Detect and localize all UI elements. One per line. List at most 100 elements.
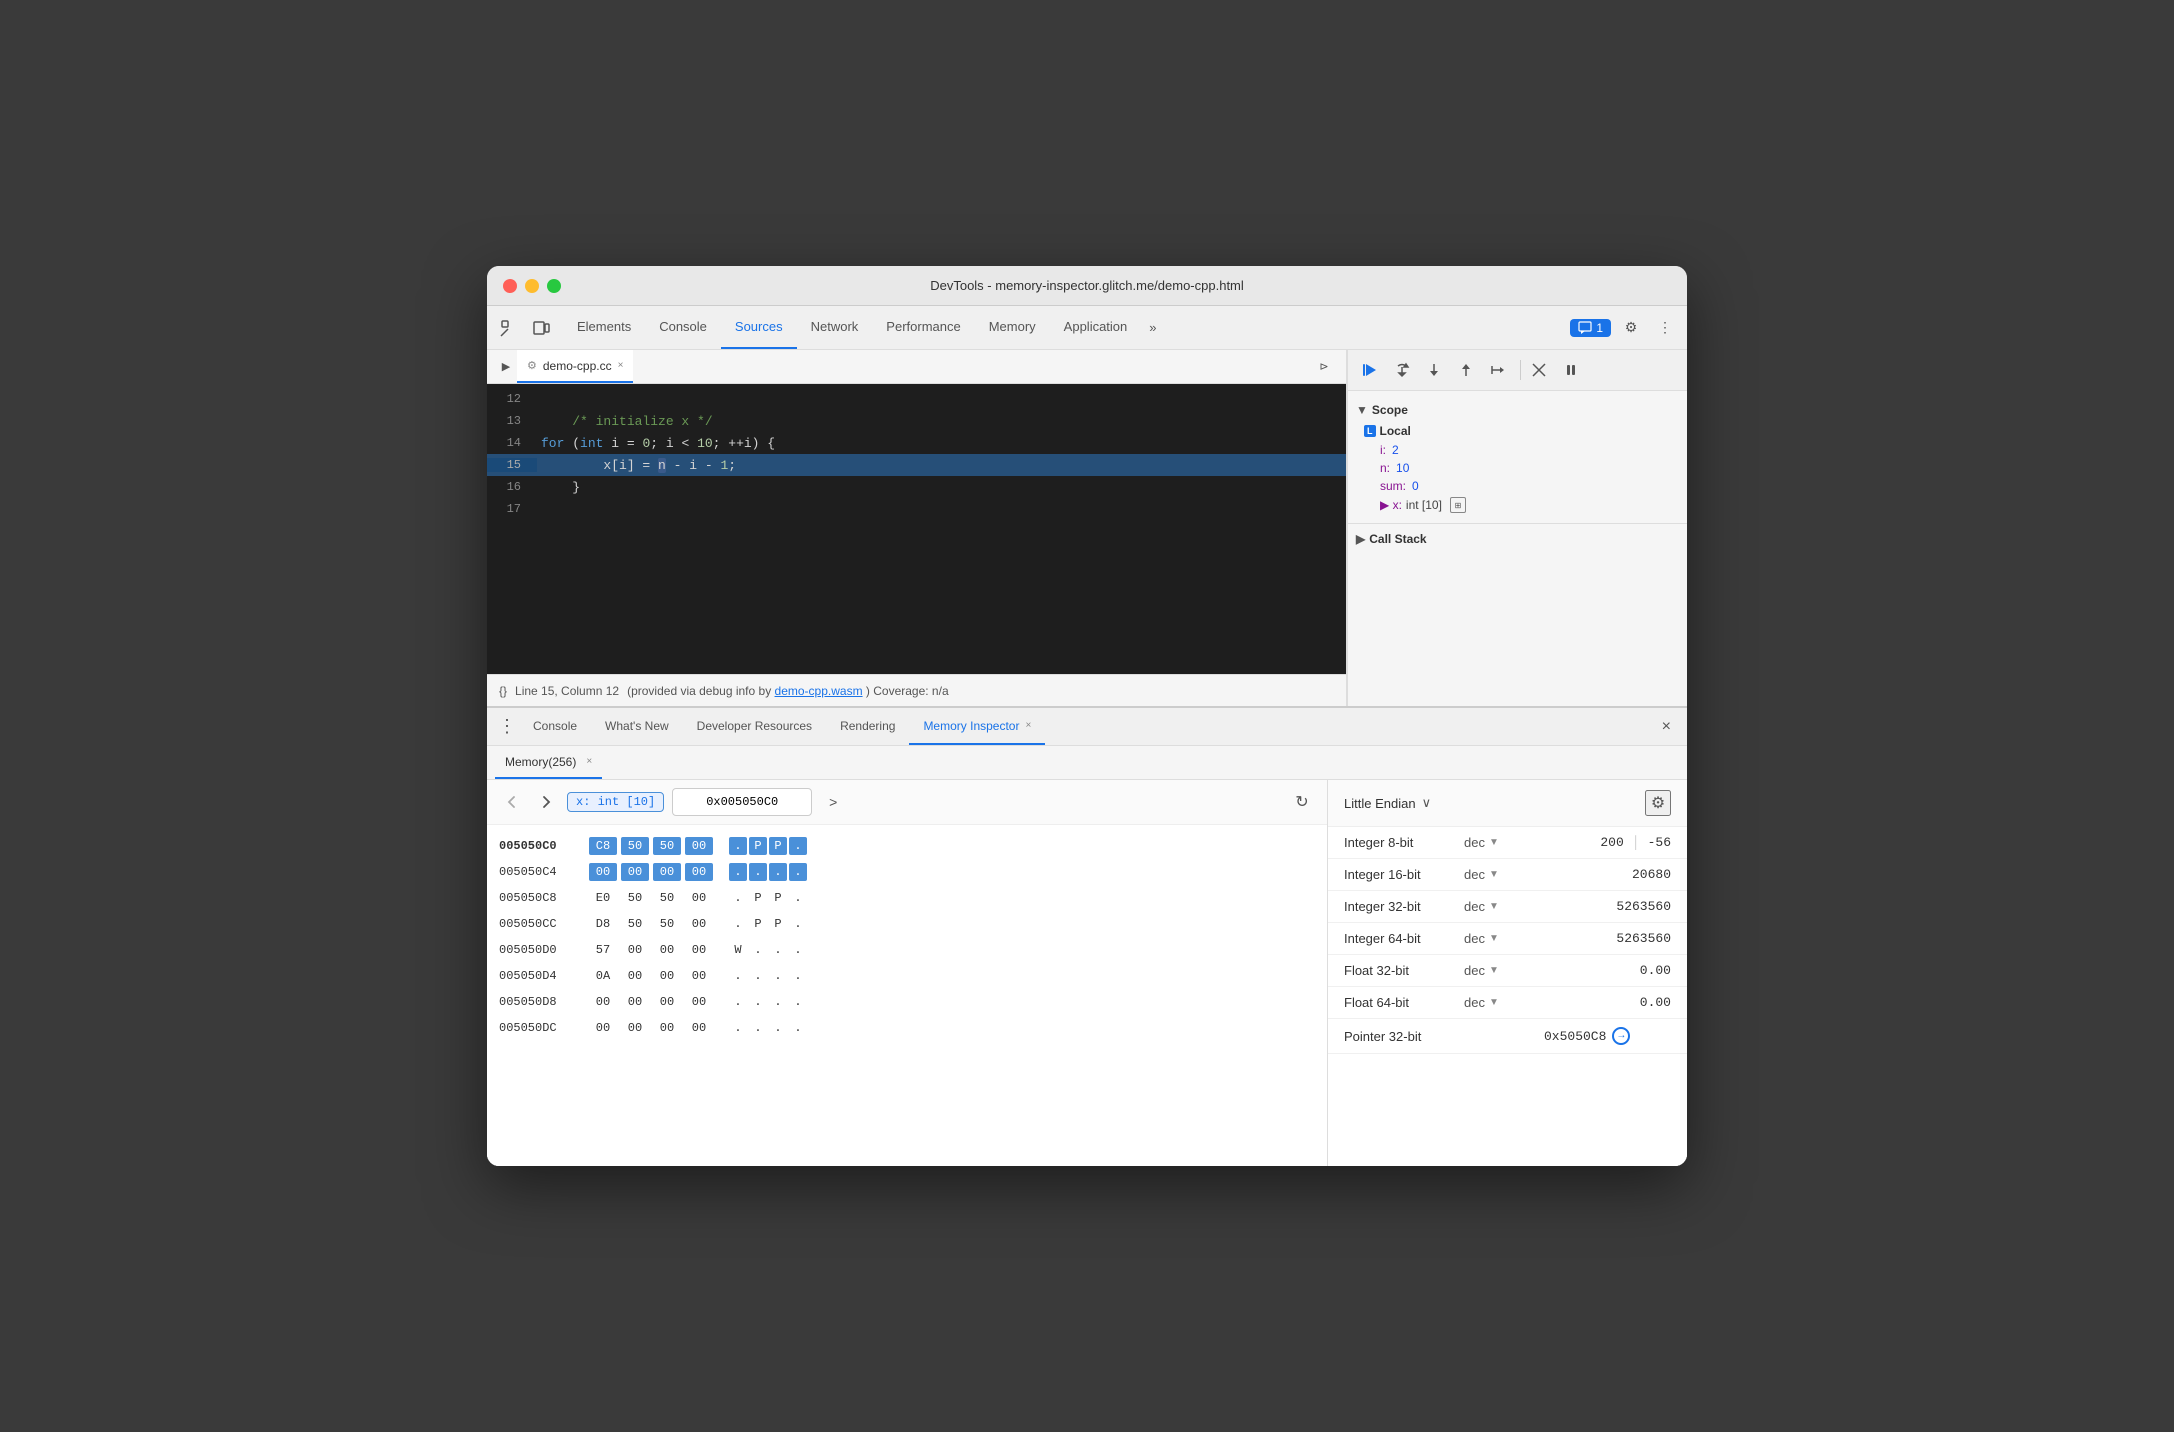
value-format-int64[interactable]: dec ▼ (1464, 931, 1544, 946)
tab-memory[interactable]: Memory (975, 306, 1050, 349)
hex-address-input[interactable] (672, 788, 812, 816)
hex-byte[interactable]: 50 (653, 889, 681, 907)
hex-refresh-button[interactable]: ↻ (1289, 789, 1315, 815)
inspect-element-button[interactable] (495, 314, 523, 342)
value-format-float64[interactable]: dec ▼ (1464, 995, 1544, 1010)
bottom-tab-rendering[interactable]: Rendering (826, 708, 909, 745)
tab-network[interactable]: Network (797, 306, 873, 349)
close-bottom-panel-button[interactable]: × (1654, 718, 1679, 736)
step-into-button[interactable] (1420, 356, 1448, 384)
step-button[interactable] (1484, 356, 1512, 384)
feedback-badge[interactable]: 1 (1570, 319, 1611, 337)
hex-byte[interactable]: 00 (685, 941, 713, 959)
hex-byte[interactable]: 00 (653, 941, 681, 959)
bottom-tabs-menu[interactable]: ⋮ (495, 715, 519, 739)
deactivate-breakpoints-button[interactable] (1525, 356, 1553, 384)
memory-tab-close[interactable]: × (586, 756, 592, 767)
value-format-int32[interactable]: dec ▼ (1464, 899, 1544, 914)
tab-performance[interactable]: Performance (872, 306, 974, 349)
hex-byte[interactable]: E0 (589, 889, 617, 907)
memory-tab-256[interactable]: Memory(256) × (495, 746, 602, 779)
more-tabs-button[interactable]: » (1141, 320, 1164, 335)
hex-byte[interactable]: 57 (589, 941, 617, 959)
minimize-button[interactable] (525, 279, 539, 293)
hex-byte[interactable]: 00 (589, 993, 617, 1011)
endian-selector[interactable]: Little Endian ∨ (1344, 795, 1431, 811)
hex-byte[interactable]: 00 (621, 863, 649, 881)
pointer-follow-button[interactable]: → (1612, 1027, 1630, 1045)
resume-button[interactable] (1356, 356, 1384, 384)
hex-byte[interactable]: 00 (621, 967, 649, 985)
hex-byte[interactable]: 00 (685, 863, 713, 881)
wasm-link[interactable]: demo-cpp.wasm (775, 684, 863, 698)
tab-elements[interactable]: Elements (563, 306, 645, 349)
memory-inspector-tab-close[interactable]: × (1025, 720, 1031, 731)
value-format-int16[interactable]: dec ▼ (1464, 867, 1544, 882)
hex-byte[interactable]: 00 (589, 1019, 617, 1037)
hex-byte[interactable]: 00 (653, 993, 681, 1011)
hex-char: . (729, 915, 747, 933)
hex-byte[interactable]: 00 (653, 863, 681, 881)
settings-button[interactable]: ⚙ (1617, 314, 1645, 342)
hex-byte[interactable]: 50 (621, 915, 649, 933)
step-over-button[interactable] (1388, 356, 1416, 384)
value-format-int8[interactable]: dec ▼ (1464, 835, 1544, 850)
file-tab-demo-cpp[interactable]: ⚙ demo-cpp.cc × (517, 350, 633, 383)
value-type-int8: Integer 8-bit (1344, 835, 1464, 850)
bottom-tab-memory-inspector[interactable]: Memory Inspector × (909, 708, 1045, 745)
hex-byte[interactable]: 00 (653, 967, 681, 985)
file-tab-close[interactable]: × (618, 360, 624, 371)
tab-application[interactable]: Application (1050, 306, 1142, 349)
hex-byte[interactable]: 00 (621, 993, 649, 1011)
hex-byte[interactable]: 00 (685, 889, 713, 907)
call-stack-header[interactable]: ▶ Call Stack (1348, 528, 1687, 550)
hex-byte[interactable]: 50 (653, 837, 681, 855)
hex-row-0: 005050C0 C8 50 50 00 . P P (487, 833, 1327, 859)
value-row-float64: Float 64-bit dec ▼ 0.00 (1328, 987, 1687, 1019)
hex-byte[interactable]: 00 (685, 993, 713, 1011)
memory-icon[interactable]: ⊞ (1450, 497, 1466, 513)
scope-header[interactable]: ▼ Scope (1348, 399, 1687, 421)
hex-byte[interactable]: 00 (653, 1019, 681, 1037)
value-inspector-settings-button[interactable]: ⚙ (1645, 790, 1671, 816)
hex-content: 005050C0 C8 50 50 00 . P P (487, 825, 1327, 1166)
step-out-button[interactable] (1452, 356, 1480, 384)
more-options-button[interactable]: ⋮ (1651, 314, 1679, 342)
hex-char: . (749, 941, 767, 959)
close-button[interactable] (503, 279, 517, 293)
bottom-tab-console[interactable]: Console (519, 708, 591, 745)
hex-byte[interactable]: C8 (589, 837, 617, 855)
hex-byte[interactable]: 50 (621, 837, 649, 855)
device-toolbar-button[interactable] (527, 314, 555, 342)
toolbar-icons (495, 314, 555, 342)
format-arrow: ▼ (1489, 965, 1499, 976)
hex-byte[interactable]: 00 (621, 1019, 649, 1037)
file-nav-icon[interactable]: ⊳ (1310, 353, 1338, 381)
bottom-tab-developer-resources[interactable]: Developer Resources (683, 708, 826, 745)
bottom-tab-whats-new[interactable]: What's New (591, 708, 683, 745)
hex-byte[interactable]: 50 (621, 889, 649, 907)
pause-on-exceptions-button[interactable] (1557, 356, 1585, 384)
hex-char: . (749, 967, 767, 985)
scope-panel: ▼ Scope L Local i: 2 n: 10 (1347, 350, 1687, 706)
hex-byte[interactable]: 00 (621, 941, 649, 959)
value-format-float32[interactable]: dec ▼ (1464, 963, 1544, 978)
hex-byte[interactable]: 00 (685, 967, 713, 985)
tab-sources[interactable]: Sources (721, 306, 797, 349)
hex-byte[interactable]: 00 (685, 915, 713, 933)
hex-byte[interactable]: D8 (589, 915, 617, 933)
hex-byte[interactable]: 00 (685, 837, 713, 855)
maximize-button[interactable] (547, 279, 561, 293)
hex-byte[interactable]: 50 (653, 915, 681, 933)
hex-back-button[interactable] (499, 789, 525, 815)
hex-byte[interactable]: 00 (685, 1019, 713, 1037)
hex-forward-button[interactable] (533, 789, 559, 815)
hex-byte[interactable]: 0A (589, 967, 617, 985)
local-section-header[interactable]: L Local (1348, 421, 1687, 441)
hex-byte[interactable]: 00 (589, 863, 617, 881)
hex-char: P (749, 889, 767, 907)
sources-nav-button[interactable]: ▶ (495, 356, 517, 378)
hex-next-button[interactable]: > (820, 789, 846, 815)
tab-console[interactable]: Console (645, 306, 721, 349)
memory-badge-button[interactable]: x: int [10] (567, 792, 664, 812)
